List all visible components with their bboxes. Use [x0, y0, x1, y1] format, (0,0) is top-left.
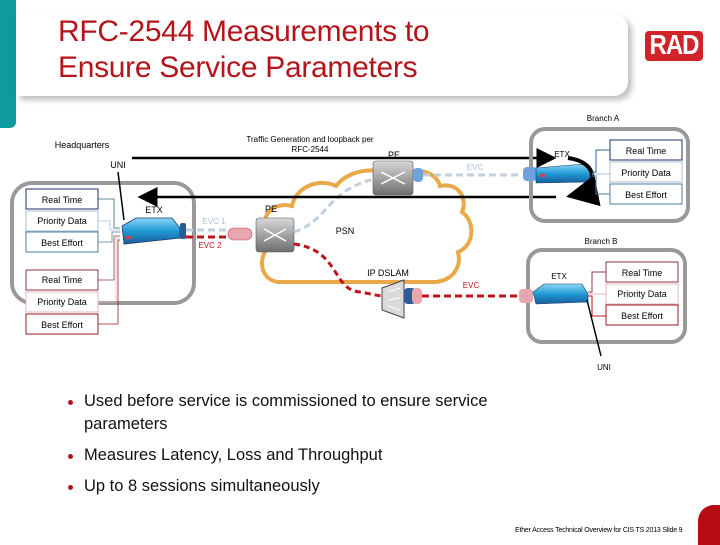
evc-branch-a-label: EVC	[467, 163, 484, 172]
hq-service-label: Best Effort	[41, 238, 83, 248]
hq-blue-services: Real Time Priority Data Best Effort	[25, 188, 120, 253]
slide-footer: Ether Access Technical Overview for CIS …	[515, 527, 683, 534]
branch-a-service-label: Best Effort	[625, 190, 667, 200]
hq-service-label: Real Time	[42, 275, 83, 285]
pe-left-label: PE	[265, 204, 277, 214]
hq-service-label: Priority Data	[37, 297, 87, 307]
pe-left-switch: PE	[255, 204, 295, 253]
ip-dslam: IP DSLAM	[367, 268, 422, 319]
hq-service-label: Priority Data	[37, 216, 87, 226]
branch-a-services: Real Time Priority Data Best Effort	[592, 139, 683, 205]
evc-branch-b-label: EVC	[463, 281, 480, 290]
branch-a-etx-label: ETX	[554, 150, 570, 159]
bullet-list: Used before service is commissioned to e…	[64, 390, 544, 506]
bullet-item: Up to 8 sessions simultaneously	[64, 475, 544, 498]
hq-service-label: Best Effort	[41, 320, 83, 330]
traffic-label-line-1: Traffic Generation and loopback per	[246, 135, 374, 144]
evc1-label: EVC 1	[202, 217, 226, 226]
network-diagram: Headquarters UNI Real Time Priority Data…	[10, 114, 690, 372]
branch-b-services: Real Time Priority Data Best Effort	[588, 261, 679, 326]
hq-uni-label: UNI	[110, 160, 126, 170]
corner-accent	[698, 505, 720, 545]
branch-a-service-label: Priority Data	[621, 168, 671, 178]
headquarters-label: Headquarters	[55, 140, 110, 150]
branch-a-service-label: Real Time	[626, 146, 667, 156]
dslam-label: IP DSLAM	[367, 268, 409, 278]
bullet-item: Used before service is commissioned to e…	[64, 390, 544, 436]
hq-uni-pointer	[117, 171, 125, 221]
branch-b-service-label: Best Effort	[621, 311, 663, 321]
evc2-label: EVC 2	[198, 241, 222, 250]
traffic-label-line-2: RFC-2544	[292, 145, 329, 154]
hq-etx-device: ETX	[121, 205, 186, 245]
bullet-item: Measures Latency, Loss and Throughput	[64, 444, 544, 467]
branch-b-service-label: Real Time	[622, 268, 663, 278]
hq-etx-label: ETX	[145, 205, 163, 215]
evc-connector	[227, 227, 253, 241]
branch-b-label: Branch B	[585, 237, 618, 246]
branch-a-label: Branch A	[587, 114, 620, 123]
branch-b-uni-label: UNI	[597, 363, 611, 372]
branch-b-uni-pointer	[586, 299, 602, 357]
branch-b-service-label: Priority Data	[617, 289, 667, 299]
branch-b-etx-label: ETX	[551, 272, 567, 281]
hq-service-label: Real Time	[42, 195, 83, 205]
psn-label: PSN	[336, 226, 355, 236]
